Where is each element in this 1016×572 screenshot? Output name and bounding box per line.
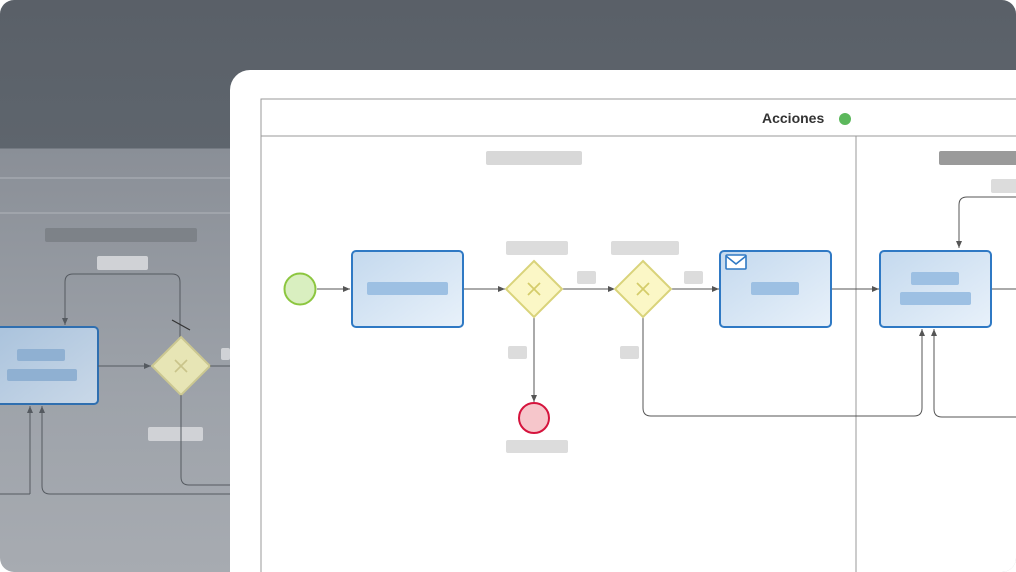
flow-label-placeholder-4 — [508, 346, 527, 359]
bpmn-diagram — [260, 98, 1016, 572]
lane-title: Acciones — [762, 110, 825, 126]
sequence-flow-bypass — [642, 317, 925, 417]
exclusive-gateway-2[interactable] — [613, 259, 673, 319]
envelope-icon — [725, 254, 747, 270]
status-indicator — [839, 113, 851, 125]
lane-label-placeholder-2 — [939, 151, 1016, 165]
sequence-flow-return — [931, 329, 1016, 418]
message-task-label-placeholder — [751, 282, 799, 295]
flow-label-placeholder-2 — [577, 271, 596, 284]
task-1-label-placeholder — [367, 282, 448, 295]
sequence-flow-loop — [956, 196, 1016, 248]
lane-label-placeholder — [486, 151, 582, 165]
gateway-label-placeholder-2 — [611, 241, 679, 255]
exclusive-gateway-1[interactable] — [504, 259, 564, 319]
flow-label-placeholder-3 — [684, 271, 703, 284]
message-task[interactable] — [719, 250, 832, 328]
end-event-label-placeholder — [506, 440, 568, 453]
gateway-label-placeholder — [506, 241, 568, 255]
task-3-label-placeholder — [911, 272, 959, 285]
task-3-label-placeholder-2 — [900, 292, 971, 305]
pool-border — [260, 98, 1016, 572]
screenshot-frame: Acciones — [0, 0, 1016, 572]
task-3[interactable] — [879, 250, 992, 328]
start-event[interactable] — [283, 272, 317, 306]
flow-label-placeholder — [991, 179, 1016, 193]
task-1[interactable] — [351, 250, 464, 328]
flow-label-placeholder-5 — [620, 346, 639, 359]
end-event[interactable] — [518, 402, 550, 434]
